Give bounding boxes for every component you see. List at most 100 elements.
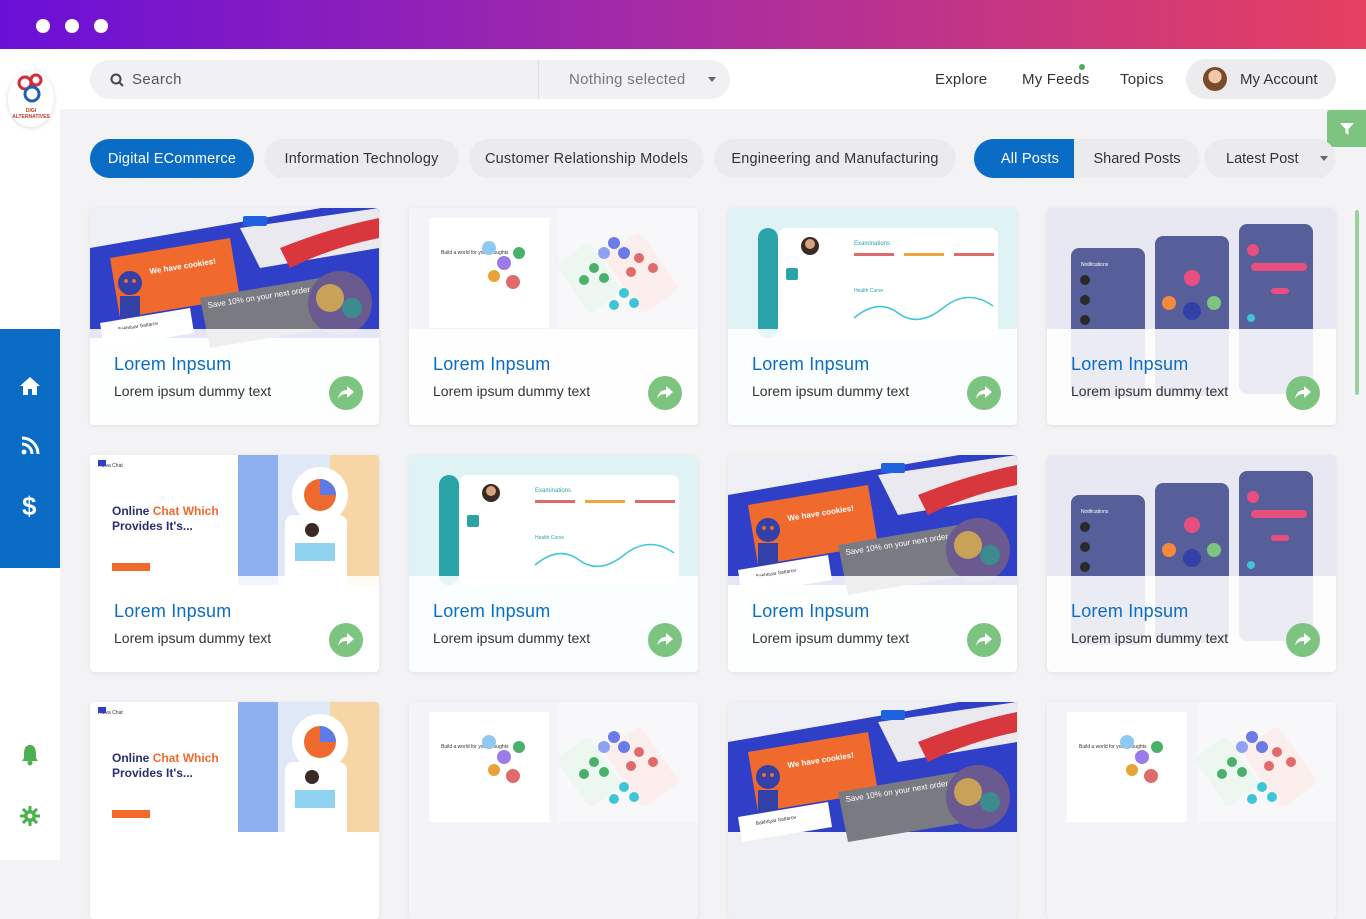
post-card-text: Lorem ipsum dummy text <box>114 383 272 399</box>
post-card[interactable]: We have cookies! Save 10% on your next o… <box>90 208 379 425</box>
filter-button[interactable] <box>1327 110 1366 147</box>
post-card-overlay <box>728 329 1017 425</box>
svg-text:Provides It's...: Provides It's... <box>112 519 193 533</box>
nav-pricing[interactable]: $ <box>0 486 60 526</box>
share-icon <box>976 386 992 399</box>
post-card-text: Lorem ipsum dummy text <box>433 383 591 399</box>
tab-shared-posts[interactable]: Shared Posts <box>1074 139 1200 178</box>
chip-digital-ecommerce[interactable]: Digital ECommerce <box>90 139 254 178</box>
post-card[interactable]: Build a world for your thoughts Lorem In… <box>409 208 698 425</box>
share-icon <box>338 633 354 646</box>
nav-my-feeds[interactable]: My Feeds <box>1022 71 1089 88</box>
post-card[interactable]: Notifications Lorem Inpsum Lorem ipsum d… <box>1047 208 1336 425</box>
post-card-title[interactable]: Lorem Inpsum <box>1071 354 1188 375</box>
svg-text:Build a world for your thought: Build a world for your thoughts <box>441 744 509 750</box>
scrollbar-thumb[interactable] <box>1355 210 1359 395</box>
search-icon <box>110 73 124 87</box>
category-select[interactable]: Nothing selected <box>538 60 730 99</box>
window-close-dot[interactable] <box>36 19 50 33</box>
post-card-title[interactable]: Lorem Inpsum <box>114 354 231 375</box>
nav-topics[interactable]: Topics <box>1120 71 1164 88</box>
post-card-text: Lorem ipsum dummy text <box>114 630 272 646</box>
post-card-overlay <box>409 329 698 425</box>
avatar <box>1203 67 1227 91</box>
post-card-text: Lorem ipsum dummy text <box>1071 383 1229 399</box>
post-card[interactable]: We have cookies! Save 10% on your next o… <box>728 455 1017 672</box>
share-button[interactable] <box>329 623 363 657</box>
window-titlebar <box>0 0 1366 49</box>
post-card[interactable]: Build a world for your thoughts <box>409 702 698 919</box>
rss-icon <box>21 436 40 455</box>
search-input[interactable]: Search <box>132 71 182 88</box>
share-button[interactable] <box>967 376 1001 410</box>
my-account-label: My Account <box>1240 70 1318 88</box>
thumbnail-world-illustration: Build a world for your thoughts <box>1047 702 1336 919</box>
svg-text:Provides It's...: Provides It's... <box>112 766 193 780</box>
post-card[interactable]: Ruiva Chat Online Chat Which Provides It… <box>90 455 379 672</box>
post-card-overlay <box>1047 576 1336 672</box>
share-button[interactable] <box>329 376 363 410</box>
window-minimize-dot[interactable] <box>65 19 79 33</box>
share-button[interactable] <box>1286 376 1320 410</box>
share-icon <box>338 386 354 399</box>
settings-button[interactable] <box>0 806 60 826</box>
post-card-text: Lorem ipsum dummy text <box>752 383 910 399</box>
post-card[interactable]: Examinations Health Curve Lorem Inpsum L… <box>728 208 1017 425</box>
share-button[interactable] <box>648 623 682 657</box>
thumbnail-world-illustration: Build a world for your thoughts <box>409 702 698 919</box>
post-card-text: Lorem ipsum dummy text <box>433 630 591 646</box>
chip-engineering-manufacturing[interactable]: Engineering and Manufacturing <box>714 139 956 178</box>
svg-text:$: $ <box>22 493 37 519</box>
post-card-title[interactable]: Lorem Inpsum <box>752 601 869 622</box>
window-maximize-dot[interactable] <box>94 19 108 33</box>
my-account-button[interactable]: My Account <box>1186 59 1336 99</box>
nav-home[interactable] <box>0 366 60 406</box>
svg-text:Notifications: Notifications <box>1081 509 1109 515</box>
category-select-value: Nothing selected <box>569 71 686 88</box>
nav-explore[interactable]: Explore <box>935 71 987 88</box>
post-card-title[interactable]: Lorem Inpsum <box>433 354 550 375</box>
search-bar: Search Nothing selected <box>90 60 730 99</box>
post-card-overlay <box>1047 329 1336 425</box>
share-icon <box>1295 633 1311 646</box>
notifications-button[interactable] <box>0 744 60 766</box>
post-card[interactable]: Examinations Health Curve Lorem Inpsum L… <box>409 455 698 672</box>
chevron-down-icon <box>1320 156 1328 161</box>
chip-information-technology[interactable]: Information Technology <box>264 139 459 178</box>
sort-select[interactable]: Latest Post <box>1204 139 1336 178</box>
tab-all-posts[interactable]: All Posts <box>974 139 1086 178</box>
filter-icon <box>1339 122 1354 135</box>
post-card[interactable]: Notifications Lorem Inpsum Lorem ipsum d… <box>1047 455 1336 672</box>
post-card-title[interactable]: Lorem Inpsum <box>114 601 231 622</box>
share-button[interactable] <box>1286 623 1320 657</box>
main-nav: $ <box>0 329 60 568</box>
post-card-overlay <box>90 329 379 425</box>
brand-logo[interactable]: DIGI ALTERNATIVES <box>8 71 54 127</box>
dollar-icon: $ <box>22 493 37 519</box>
share-button[interactable] <box>648 376 682 410</box>
svg-text:Build a world for your thought: Build a world for your thoughts <box>441 250 509 256</box>
post-card[interactable]: We have cookies! Save 10% on your next o… <box>728 702 1017 919</box>
post-card-text: Lorem ipsum dummy text <box>1071 630 1229 646</box>
share-icon <box>657 386 673 399</box>
post-card-overlay <box>728 576 1017 672</box>
share-icon <box>1295 386 1311 399</box>
share-button[interactable] <box>967 623 1001 657</box>
post-card-title[interactable]: Lorem Inpsum <box>433 601 550 622</box>
bell-icon <box>22 745 38 766</box>
logo-text: DIGI ALTERNATIVES <box>12 108 50 120</box>
svg-text:Notifications: Notifications <box>1081 262 1109 268</box>
home-icon <box>20 377 40 395</box>
svg-text:Online Chat Which: Online Chat Which <box>112 751 219 765</box>
svg-text:Health Curve: Health Curve <box>854 288 883 294</box>
post-card-title[interactable]: Lorem Inpsum <box>1071 601 1188 622</box>
svg-text:Health Curve: Health Curve <box>535 535 564 541</box>
post-card[interactable]: Build a world for your thoughts <box>1047 702 1336 919</box>
post-card[interactable]: Ruiva Chat Online Chat Which Provides It… <box>90 702 379 919</box>
nav-feeds[interactable] <box>0 426 60 466</box>
svg-text:Examinations: Examinations <box>854 241 890 247</box>
chevron-down-icon <box>708 77 716 82</box>
post-card-overlay <box>409 576 698 672</box>
post-card-title[interactable]: Lorem Inpsum <box>752 354 869 375</box>
chip-customer-relationship-models[interactable]: Customer Relationship Models <box>469 139 704 178</box>
